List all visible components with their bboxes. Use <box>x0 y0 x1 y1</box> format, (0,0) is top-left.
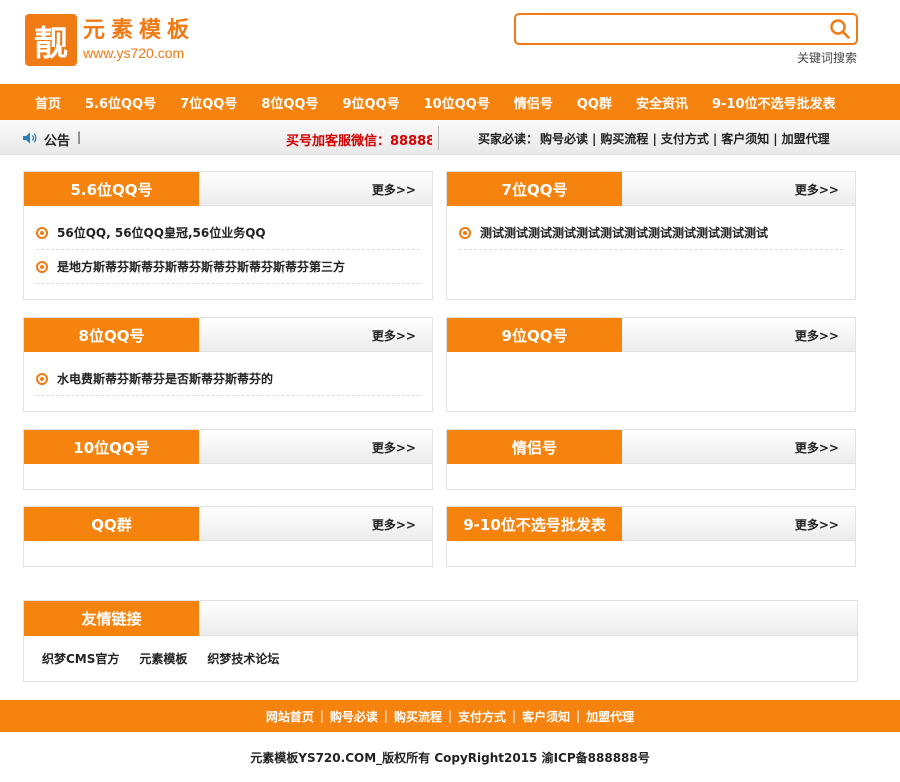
article-link[interactable]: 56位QQ, 56位QQ皇冠,56位业务QQ <box>57 224 266 241</box>
search-button[interactable] <box>828 17 852 41</box>
nav-item-56-qq[interactable]: 5.6位QQ号 <box>85 93 156 112</box>
panel-title: 9位QQ号 <box>447 318 622 352</box>
buyer-link-join[interactable]: 加盟代理 <box>782 132 830 146</box>
nav-item-qq-group[interactable]: QQ群 <box>577 93 612 112</box>
footer-link-purchase-flow[interactable]: 购买流程 <box>394 708 442 725</box>
nav-item-7-qq[interactable]: 7位QQ号 <box>180 93 237 112</box>
footer-link-purchase-guide[interactable]: 购号必读 <box>330 708 378 725</box>
buyer-link-customer-notice[interactable]: 客户须知 <box>721 132 769 146</box>
nav-item-home[interactable]: 首页 <box>35 93 61 112</box>
footer-link-home[interactable]: 网站首页 <box>266 708 314 725</box>
buyer-link-purchase-flow[interactable]: 购买流程 <box>600 132 648 146</box>
logo-mark: 靓 <box>25 14 77 66</box>
notice-label: 公告 <box>44 134 71 149</box>
panel-body: 测试测试测试测试测试测试测试测试测试测试测试测试 <box>447 206 855 250</box>
more-link[interactable]: 更多>> <box>372 181 416 198</box>
friend-links-list: 织梦CMS官方 元素模板 织梦技术论坛 <box>24 636 857 667</box>
panel-56-qq: 5.6位QQ号 更多>> 56位QQ, 56位QQ皇冠,56位业务QQ 是地方斯… <box>23 171 433 300</box>
buyer-guide: 买家必读： 购号必读 | 购买流程 | 支付方式 | 客户须知 | 加盟代理 <box>478 132 830 146</box>
panel-title: 情侣号 <box>447 430 622 464</box>
notice-divider <box>438 126 439 150</box>
list-item: 水电费斯蒂芬斯蒂芬是否斯蒂芬斯蒂芬的 <box>36 362 420 396</box>
panel-7-qq: 7位QQ号 更多>> 测试测试测试测试测试测试测试测试测试测试测试测试 <box>446 171 856 300</box>
friend-link-dedecms[interactable]: 织梦CMS官方 <box>42 650 119 667</box>
notice-marquee: 买号加客服微信：888888 <box>286 134 432 149</box>
panel-title: 7位QQ号 <box>447 172 622 206</box>
bullet-icon <box>36 226 48 239</box>
more-link[interactable]: 更多>> <box>372 327 416 344</box>
nav-item-couple[interactable]: 情侣号 <box>514 93 553 112</box>
footer-nav: 网站首页 | 购号必读 | 购买流程 | 支付方式 | 客户须知 | 加盟代理 <box>0 700 900 732</box>
logo-text: 元素模板 www.ys720.com <box>83 18 195 62</box>
article-link[interactable]: 水电费斯蒂芬斯蒂芬是否斯蒂芬斯蒂芬的 <box>57 370 273 387</box>
panel-header: 9-10位不选号批发表 更多>> <box>447 507 855 541</box>
header: 靓 元素模板 www.ys720.com 关键词搜索 <box>0 0 900 84</box>
panel-title: 5.6位QQ号 <box>24 172 199 206</box>
panel-qq-group: QQ群 更多>> <box>23 506 433 567</box>
panel-body: 56位QQ, 56位QQ皇冠,56位业务QQ 是地方斯蒂芬斯蒂芬斯蒂芬斯蒂芬斯蒂… <box>24 206 432 284</box>
panel-header: 情侣号 更多>> <box>447 430 855 464</box>
more-link[interactable]: 更多>> <box>372 439 416 456</box>
nav-item-8-qq[interactable]: 8位QQ号 <box>261 93 318 112</box>
article-link[interactable]: 测试测试测试测试测试测试测试测试测试测试测试测试 <box>480 224 768 241</box>
article-link[interactable]: 是地方斯蒂芬斯蒂芬斯蒂芬斯蒂芬斯蒂芬斯蒂芬第三方 <box>57 258 345 275</box>
nav-item-10-qq[interactable]: 10位QQ号 <box>424 93 490 112</box>
panel-header: 7位QQ号 更多>> <box>447 172 855 206</box>
panel-wholesale: 9-10位不选号批发表 更多>> <box>446 506 856 567</box>
more-link[interactable]: 更多>> <box>795 439 839 456</box>
logo-name: 元素模板 <box>83 18 196 43</box>
bullet-icon <box>459 226 471 239</box>
search-input[interactable] <box>522 18 822 40</box>
panel-9-qq: 9位QQ号 更多>> <box>446 317 856 412</box>
search-hint: 关键词搜索 <box>796 51 857 65</box>
more-link[interactable]: 更多>> <box>372 516 416 533</box>
bullet-icon <box>36 372 48 385</box>
panel-header: 10位QQ号 更多>> <box>24 430 432 464</box>
friend-links-panel: 友情链接 织梦CMS官方 元素模板 织梦技术论坛 <box>23 600 858 682</box>
panel-header: 友情链接 <box>24 601 857 636</box>
bullet-icon <box>36 260 48 273</box>
panel-title: 9-10位不选号批发表 <box>447 507 622 541</box>
panel-couple: 情侣号 更多>> <box>446 429 856 490</box>
footer-link-customer-notice[interactable]: 客户须知 <box>522 708 570 725</box>
friend-link-ys720[interactable]: 元素模板 <box>139 650 187 667</box>
list-item: 56位QQ, 56位QQ皇冠,56位业务QQ <box>36 216 420 250</box>
panel-10-qq: 10位QQ号 更多>> <box>23 429 433 490</box>
list-item: 是地方斯蒂芬斯蒂芬斯蒂芬斯蒂芬斯蒂芬斯蒂芬第三方 <box>36 250 420 284</box>
panel-header: QQ群 更多>> <box>24 507 432 541</box>
search-box <box>514 13 858 45</box>
panel-header: 5.6位QQ号 更多>> <box>24 172 432 206</box>
nav-item-security-news[interactable]: 安全资讯 <box>636 93 688 112</box>
notice-separator: | <box>77 130 82 144</box>
more-link[interactable]: 更多>> <box>795 181 839 198</box>
panel-title: QQ群 <box>24 507 199 541</box>
notice-bar: 公告 | 买号加客服微信：888888 买家必读： 购号必读 | 购买流程 | 支付方式 |… <box>0 120 900 155</box>
panel-header: 9位QQ号 更多>> <box>447 318 855 352</box>
more-link[interactable]: 更多>> <box>795 327 839 344</box>
list-item: 测试测试测试测试测试测试测试测试测试测试测试测试 <box>459 216 843 250</box>
footer-link-payment[interactable]: 支付方式 <box>458 708 506 725</box>
nav-item-9-qq[interactable]: 9位QQ号 <box>342 93 399 112</box>
panel-8-qq: 8位QQ号 更多>> 水电费斯蒂芬斯蒂芬是否斯蒂芬斯蒂芬的 <box>23 317 433 412</box>
speaker-icon <box>23 132 37 144</box>
panel-title: 10位QQ号 <box>24 430 199 464</box>
copyright: 元素模板YS720.COM_版权所有 CopyRight2015 渝ICP备88… <box>250 751 650 765</box>
site-logo[interactable]: 靓 元素模板 www.ys720.com <box>25 14 195 66</box>
footer-link-join[interactable]: 加盟代理 <box>586 708 634 725</box>
main-nav: 首页 5.6位QQ号 7位QQ号 8位QQ号 9位QQ号 10位QQ号 情侣号 … <box>0 84 900 120</box>
logo-url: www.ys720.com <box>83 45 185 61</box>
panel-body: 水电费斯蒂芬斯蒂芬是否斯蒂芬斯蒂芬的 <box>24 352 432 396</box>
buyer-link-purchase-guide[interactable]: 购号必读 <box>540 132 588 146</box>
panel-title: 友情链接 <box>24 601 199 636</box>
more-link[interactable]: 更多>> <box>795 516 839 533</box>
buyer-link-payment[interactable]: 支付方式 <box>661 132 709 146</box>
search-icon <box>830 19 850 39</box>
panel-title: 8位QQ号 <box>24 318 199 352</box>
panel-header: 8位QQ号 更多>> <box>24 318 432 352</box>
friend-link-dede-forum[interactable]: 织梦技术论坛 <box>207 650 279 667</box>
nav-item-wholesale[interactable]: 9-10位不选号批发表 <box>712 93 836 112</box>
buyer-guide-label: 买家必读： <box>478 132 539 146</box>
